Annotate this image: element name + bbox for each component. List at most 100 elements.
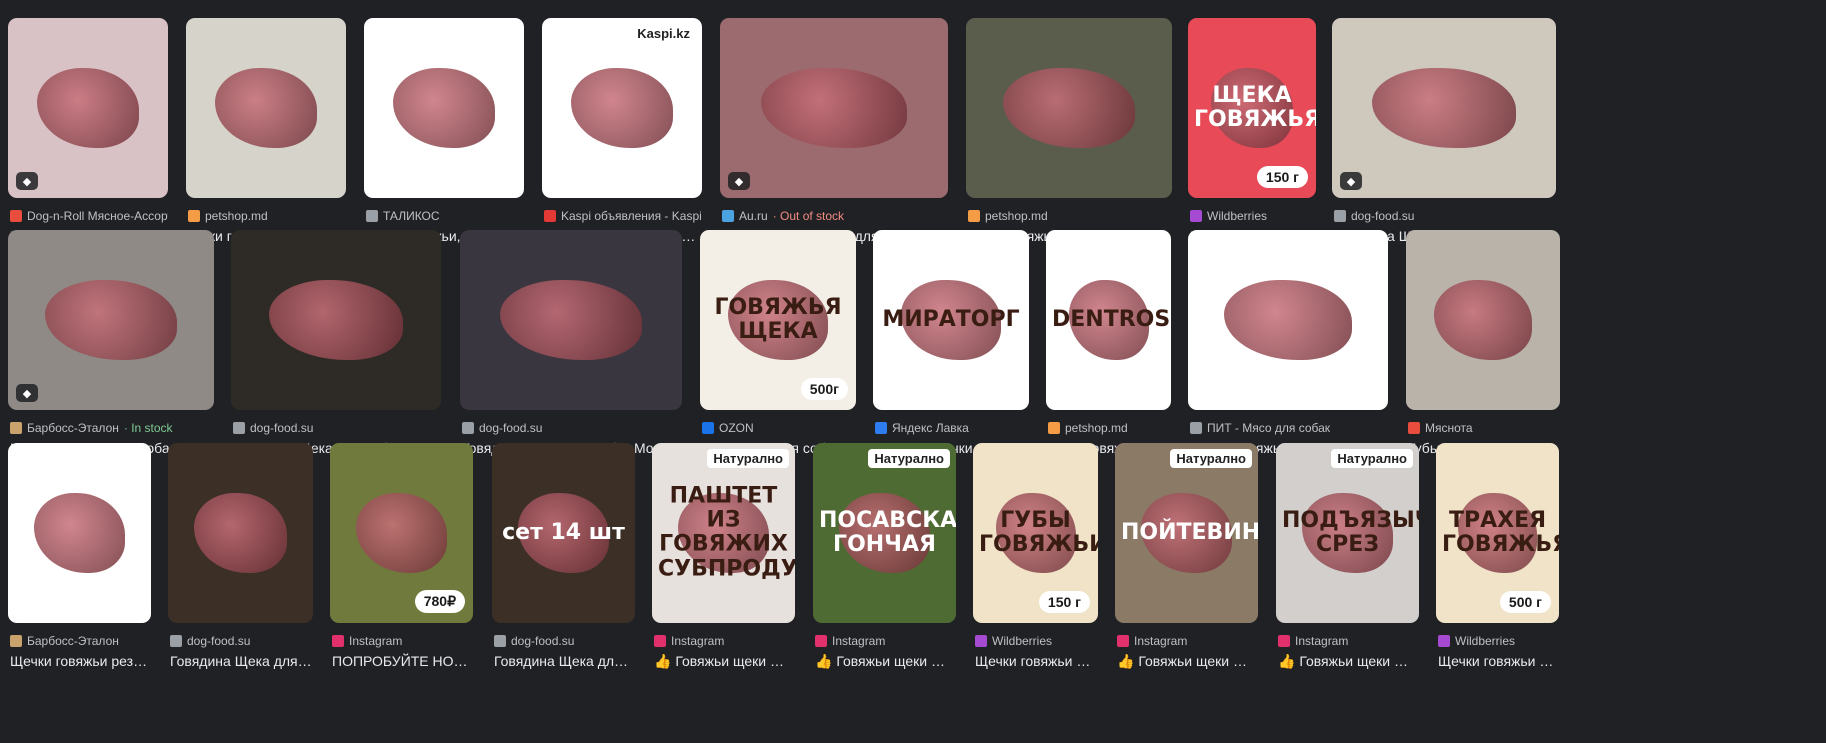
image-result-card[interactable]: DENTROS petshop.md Щеки говяжьи суш...: [1046, 230, 1171, 470]
result-thumbnail[interactable]: МИРАТОРГ: [873, 230, 1029, 410]
result-source[interactable]: Wildberries: [1438, 633, 1559, 649]
image-result-card[interactable]: ◆Барбосс-Эталон· In stockЩечки говяжьи д…: [8, 230, 214, 470]
source-name: Kaspi объявления - Kaspi.kz: [561, 209, 702, 223]
source-name: dog-food.su: [250, 421, 314, 435]
result-title[interactable]: 👍 Говяжьи щеки — о...: [1117, 653, 1258, 670]
result-source[interactable]: petshop.md: [1048, 420, 1171, 436]
result-thumbnail[interactable]: ПАШТЕТ ИЗ ГОВЯЖИХ СУБПРОДУКТОВ Натурално: [652, 443, 795, 623]
result-thumbnail[interactable]: ПОЙТЕВИН Натурално: [1115, 443, 1258, 623]
result-source[interactable]: Instagram: [1117, 633, 1258, 649]
result-thumbnail[interactable]: [966, 18, 1172, 198]
result-title[interactable]: 👍 Говяжьи щеки — о...: [1278, 653, 1419, 670]
image-result-card[interactable]: petshop.mdЩеки говяжьи сушеные, ...: [186, 18, 346, 258]
result-thumbnail[interactable]: [231, 230, 441, 410]
image-result-card[interactable]: Kaspi.kzKaspi объявления - Kaspi.kzГовяж…: [542, 18, 702, 258]
result-title[interactable]: Щечки говяжьи резан...: [10, 653, 151, 669]
result-thumbnail[interactable]: сет 14 шт: [492, 443, 635, 623]
site-favicon-icon: [1190, 422, 1202, 434]
result-title[interactable]: Говядина Щека для с...: [170, 653, 313, 669]
image-price-label: 150 г: [1256, 166, 1308, 188]
image-result-card[interactable]: ТРАХЕЯ ГОВЯЖЬЯ 500 г Wildberries Щечки говя…: [1436, 443, 1559, 683]
source-name: Wildberries: [1455, 634, 1516, 648]
result-source[interactable]: Барбосс-Эталон · In stock: [10, 420, 214, 436]
result-title[interactable]: 👍 Говяжьи щеки — о...: [815, 653, 956, 670]
result-source[interactable]: ТАЛИКОС: [366, 208, 524, 224]
image-result-card[interactable]: ◆Au.ru· Out of stockЩеки говяжьи.Мясо дл…: [720, 18, 948, 258]
result-source[interactable]: Мяснота: [1408, 420, 1560, 436]
image-result-card[interactable]: МИРАТОРГЯндекс ЛавкаГовяжьи щечки купить…: [873, 230, 1029, 470]
result-source[interactable]: Барбосс-Эталон: [10, 633, 151, 649]
result-thumbnail[interactable]: [460, 230, 682, 410]
result-thumbnail[interactable]: [8, 443, 151, 623]
result-source[interactable]: Wildberries: [975, 633, 1098, 649]
image-result-card[interactable]: dog-food.suГовядина Щека для собак Москв…: [231, 230, 441, 470]
image-result-card[interactable]: ПАШТЕТ ИЗ ГОВЯЖИХ СУБПРОДУКТОВ Натурално I…: [652, 443, 795, 683]
result-source[interactable]: dog-food.su: [462, 420, 682, 436]
result-thumbnail[interactable]: [1188, 230, 1388, 410]
result-thumbnail[interactable]: ТРАХЕЯ ГОВЯЖЬЯ 500 г: [1436, 443, 1559, 623]
result-source[interactable]: Au.ru · Out of stock: [722, 208, 948, 224]
result-source[interactable]: ПИТ - Мясо для собак: [1190, 420, 1388, 436]
result-thumbnail[interactable]: [186, 18, 346, 198]
image-result-card[interactable]: Барбосс-Эталон Щечки говяжьи резан...: [8, 443, 151, 683]
result-title[interactable]: Щечки говяжьи ми...: [1438, 653, 1559, 669]
result-source[interactable]: OZON: [702, 420, 856, 436]
source-name: Instagram: [1134, 634, 1188, 648]
result-thumbnail[interactable]: Kaspi.kz: [542, 18, 702, 198]
result-source[interactable]: Wildberries: [1190, 208, 1316, 224]
result-source[interactable]: petshop.md: [968, 208, 1172, 224]
result-title[interactable]: Щечки говяжьи ми...: [975, 653, 1098, 669]
image-result-card[interactable]: МяснотаГубы, носы говяжьи (не...: [1406, 230, 1560, 470]
image-badge: Натурално: [1331, 449, 1413, 468]
product-image-shape: [355, 493, 448, 573]
results-row: ◆Dog-n-Roll Мясное-АссортиЩеки говяжьи д…: [0, 18, 1826, 258]
result-source[interactable]: Instagram: [332, 633, 473, 649]
result-thumbnail[interactable]: ПОСАВСКАЯ ГОНЧАЯ Натурално: [813, 443, 956, 623]
image-result-card[interactable]: ГУБЫ ГОВЯЖЬИ 150 г Wildberries Щечки говяжь…: [973, 443, 1098, 683]
result-title[interactable]: ПОПРОБУЙТЕ НОВИ...: [332, 653, 473, 669]
image-result-card[interactable]: 780₽ Instagram ПОПРОБУЙТЕ НОВИ...: [330, 443, 473, 683]
image-result-card[interactable]: сет 14 шт dog-food.su Говядина Щека для с.…: [492, 443, 635, 683]
result-thumbnail[interactable]: ЩЕКА ГОВЯЖЬЯ 150 г: [1188, 18, 1316, 198]
result-source[interactable]: Яндекс Лавка: [875, 420, 1029, 436]
image-result-card[interactable]: dog-food.su Говядина Щека для с...: [168, 443, 313, 683]
result-source[interactable]: dog-food.su: [494, 633, 635, 649]
image-result-card[interactable]: ПИТ - Мясо для собакЩёчки говяжьи - ПИТ …: [1188, 230, 1388, 470]
image-result-card[interactable]: petshop.mdЩеки говяжьи сушеные, 125 гр: [966, 18, 1172, 258]
image-overlay-text: ПОДЪЯЗЫЧНЫЙ СРЕЗ: [1282, 507, 1419, 557]
image-result-card[interactable]: ТАЛИКОСЩеки говяжьи, 50 г, GO...: [364, 18, 524, 258]
result-thumbnail[interactable]: ◆: [720, 18, 948, 198]
result-thumbnail[interactable]: ◆: [8, 18, 168, 198]
image-result-card[interactable]: ПОСАВСКАЯ ГОНЧАЯ Натурално Instagram 👍 Говя…: [813, 443, 956, 683]
result-source[interactable]: Instagram: [654, 633, 795, 649]
result-title[interactable]: Говядина Щека для с...: [494, 653, 635, 669]
result-title[interactable]: 👍 Говяжьи щеки — о...: [654, 653, 795, 670]
result-source[interactable]: dog-food.su: [233, 420, 441, 436]
result-thumbnail[interactable]: ПОДЪЯЗЫЧНЫЙ СРЕЗ Натурално: [1276, 443, 1419, 623]
product-image-shape: [570, 68, 674, 148]
image-result-card[interactable]: ЩЕКА ГОВЯЖЬЯ150 гWildberriesЩечки говяжь…: [1188, 18, 1316, 258]
result-source[interactable]: Kaspi объявления - Kaspi.kz: [544, 208, 702, 224]
image-result-card[interactable]: dog-food.suГовядина Щека для собак Москв…: [460, 230, 682, 470]
image-result-card[interactable]: ПОЙТЕВИН Натурално Instagram 👍 Говяжьи щеки…: [1115, 443, 1258, 683]
result-source[interactable]: dog-food.su: [170, 633, 313, 649]
image-result-card[interactable]: ◆Dog-n-Roll Мясное-АссортиЩеки говяжьи д…: [8, 18, 168, 258]
result-source[interactable]: dog-food.su: [1334, 208, 1556, 224]
result-source[interactable]: Instagram: [815, 633, 956, 649]
result-thumbnail[interactable]: ГУБЫ ГОВЯЖЬИ 150 г: [973, 443, 1098, 623]
result-source[interactable]: petshop.md: [188, 208, 346, 224]
image-result-card[interactable]: ПОДЪЯЗЫЧНЫЙ СРЕЗ Натурално Instagram 👍 Говя…: [1276, 443, 1419, 683]
result-thumbnail[interactable]: ◆: [8, 230, 214, 410]
result-thumbnail[interactable]: ◆: [1332, 18, 1556, 198]
image-result-card[interactable]: ГОВЯЖЬЯ ЩЕКА500гOZONЛакомства для собак …: [700, 230, 856, 470]
product-image-shape: [392, 68, 496, 148]
result-thumbnail[interactable]: ГОВЯЖЬЯ ЩЕКА 500г: [700, 230, 856, 410]
result-source[interactable]: Dog-n-Roll Мясное-Ассорти: [10, 208, 168, 224]
result-source[interactable]: Instagram: [1278, 633, 1419, 649]
result-thumbnail[interactable]: [168, 443, 313, 623]
result-thumbnail[interactable]: [364, 18, 524, 198]
image-result-card[interactable]: ◆dog-food.suГовядина Щека для собак Моск…: [1332, 18, 1556, 258]
result-thumbnail[interactable]: 780₽: [330, 443, 473, 623]
result-thumbnail[interactable]: [1406, 230, 1560, 410]
result-thumbnail[interactable]: DENTROS: [1046, 230, 1171, 410]
